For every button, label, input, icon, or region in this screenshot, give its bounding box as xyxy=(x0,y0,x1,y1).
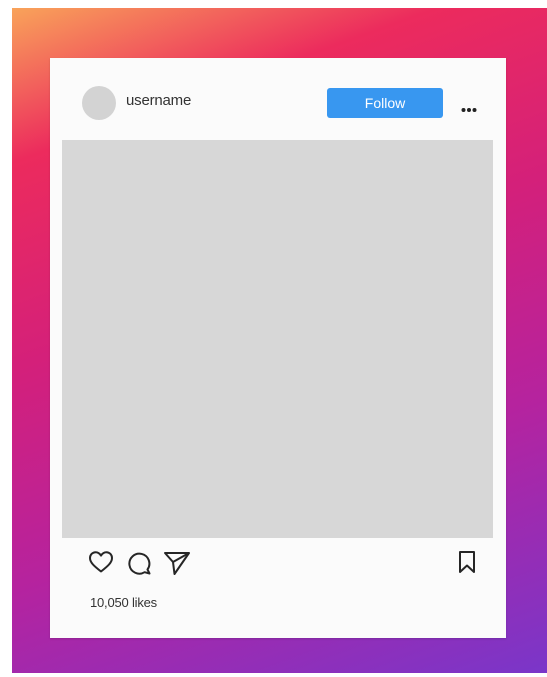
stage: username Follow 10,050 likes xyxy=(0,0,547,677)
more-dots-icon[interactable] xyxy=(461,100,477,112)
comment-bubble-icon xyxy=(128,552,151,575)
save-button[interactable] xyxy=(457,550,477,574)
comment-button[interactable] xyxy=(126,550,152,576)
post-header: username Follow xyxy=(50,58,506,134)
likes-count[interactable]: 10,050 likes xyxy=(90,595,157,610)
avatar[interactable] xyxy=(82,86,116,120)
username-label[interactable]: username xyxy=(126,92,191,109)
post-image-placeholder[interactable] xyxy=(62,140,493,538)
heart-icon xyxy=(89,551,113,573)
follow-button[interactable]: Follow xyxy=(327,88,443,118)
share-button[interactable] xyxy=(163,550,191,576)
post-actions xyxy=(50,542,506,582)
gradient-frame: username Follow 10,050 likes xyxy=(12,8,547,673)
bookmark-icon xyxy=(459,551,475,573)
paper-plane-icon xyxy=(164,552,190,575)
like-button[interactable] xyxy=(88,550,114,574)
post-card: username Follow 10,050 likes xyxy=(50,58,506,638)
